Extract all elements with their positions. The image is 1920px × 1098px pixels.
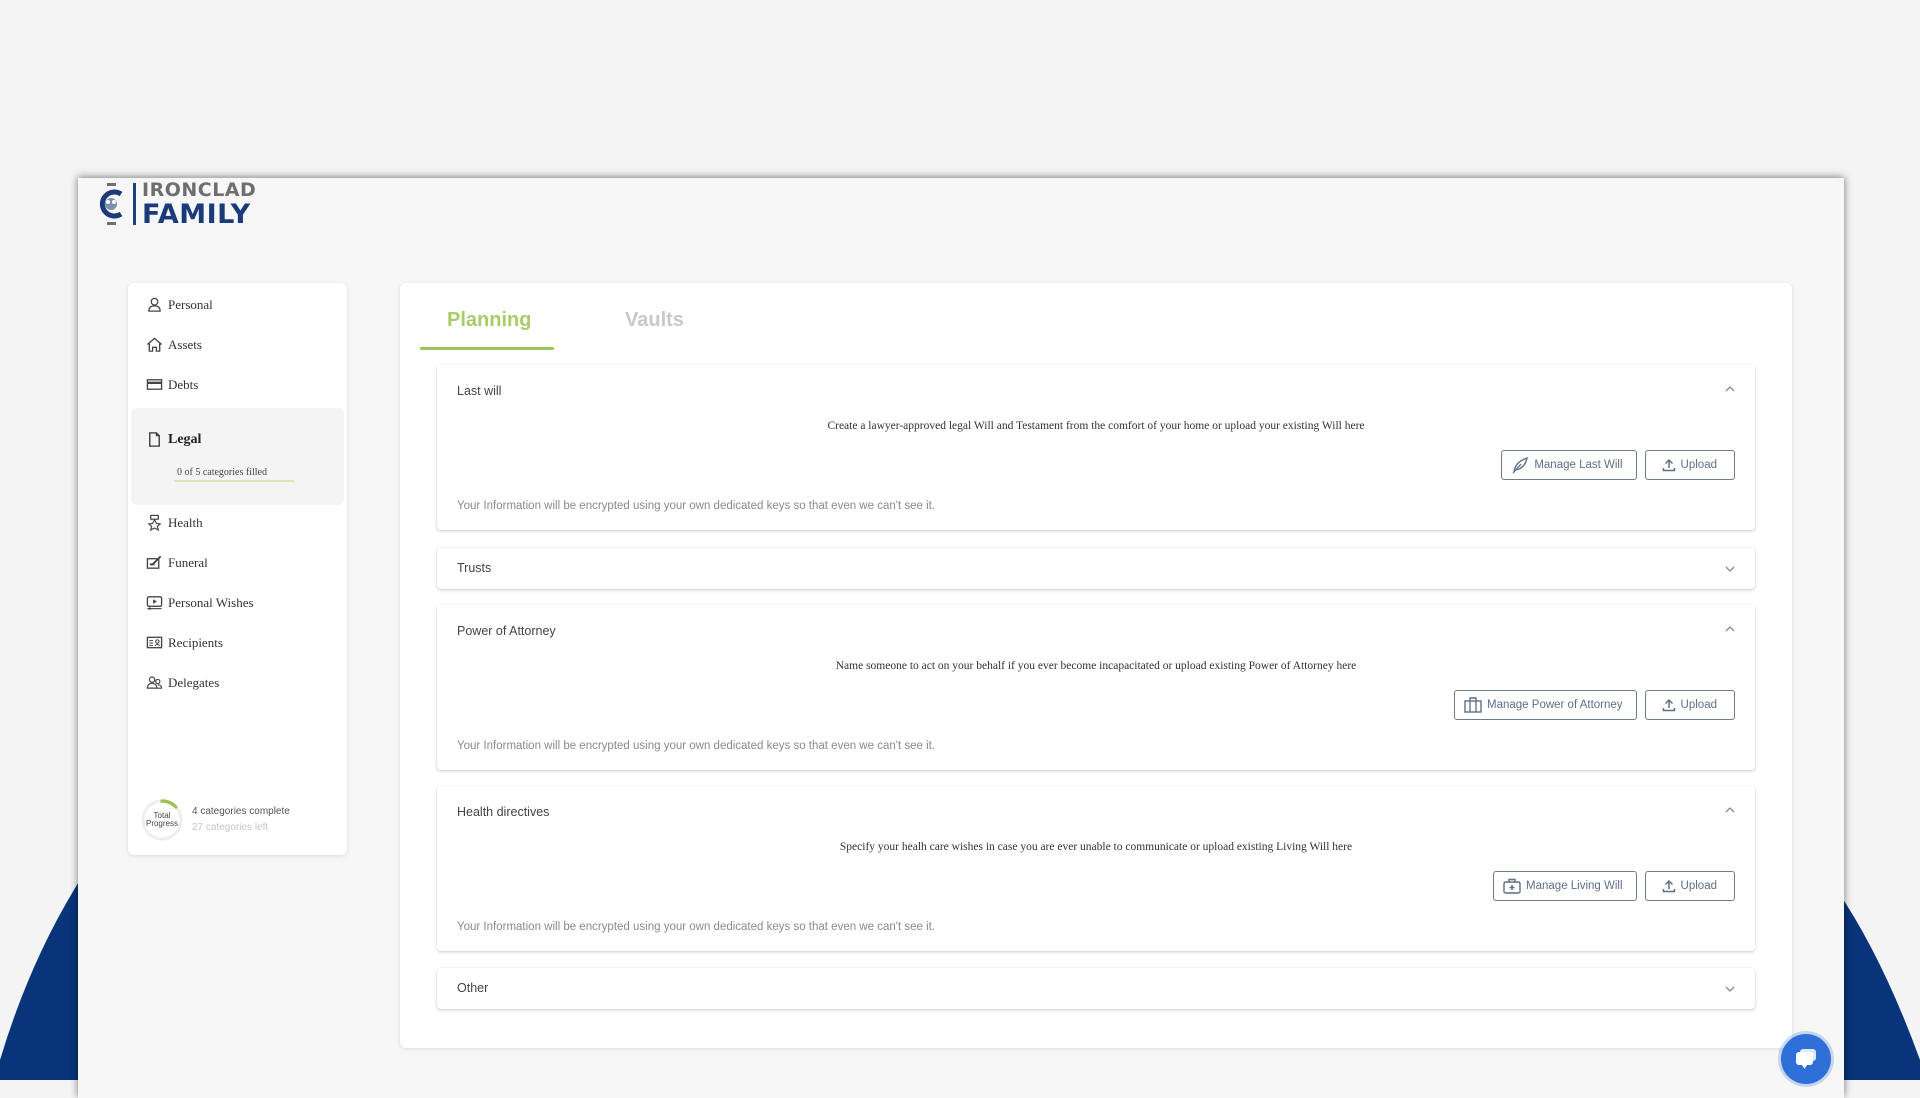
chevron-down-icon[interactable] [1723,982,1737,996]
section-last-will: Last will Create a lawyer-approved legal… [437,365,1755,530]
sidebar-item-label: Recipients [168,634,223,650]
section-title[interactable]: Power of Attorney [457,624,556,638]
upload-power-of-attorney-button[interactable]: Upload [1644,690,1735,720]
tab-vaults[interactable]: Vaults [625,309,684,332]
sidebar-item-personal[interactable]: Personal [146,296,213,313]
sidebar-item-label: Delegates [168,674,220,690]
app-window: IRONCLAD FAMILY Personal Assets Debts Le… [78,178,1844,1098]
section-trusts[interactable]: Trusts [437,548,1755,589]
sidebar-item-funeral[interactable]: Funeral [146,554,208,571]
total-progress: Total Progress 4 categories complete 27 … [140,798,290,842]
section-title[interactable]: Other [457,981,488,995]
active-tab-indicator [420,347,554,350]
manage-living-will-button[interactable]: Manage Living Will [1493,871,1637,901]
logo[interactable]: IRONCLAD FAMILY [95,180,256,228]
upload-last-will-button[interactable]: Upload [1644,450,1735,480]
chevron-up-icon[interactable] [1723,622,1737,636]
sidebar-item-delegates[interactable]: Delegates [146,674,219,691]
sidebar-item-legal[interactable]: Legal [146,431,201,448]
logo-text-top: IRONCLAD [142,178,257,201]
health-badge-icon [147,514,162,531]
sidebar-item-debts[interactable]: Debts [146,376,198,393]
logo-divider [133,183,136,225]
button-label: Upload [1680,699,1717,711]
feather-icon [1512,456,1529,474]
sidebar-active-highlight [131,408,344,505]
video-icon [146,596,163,610]
button-label: Upload [1680,880,1717,892]
manage-last-will-button[interactable]: Manage Last Will [1501,450,1637,480]
logo-text-bottom: FAMILY [142,198,251,230]
sidebar-item-assets[interactable]: Assets [146,336,202,353]
section-description: Create a lawyer-approved legal Will and … [827,420,1365,432]
section-title[interactable]: Health directives [457,805,549,819]
section-title[interactable]: Trusts [457,561,491,575]
logo-mark-icon [99,183,123,225]
medical-kit-icon [1503,878,1521,894]
encryption-note: Your Information will be encrypted using… [457,921,936,933]
edit-note-icon [146,555,162,569]
section-health-directives: Health directives Specify your healh car… [437,786,1755,951]
chevron-up-icon[interactable] [1723,382,1737,396]
encryption-note: Your Information will be encrypted using… [457,500,936,512]
document-icon [149,432,160,447]
briefcase-icon [1464,697,1482,713]
main-panel: Planning Vaults Last will Create a lawye… [400,283,1792,1048]
legal-categories-filled: 0 of 5 categories filled [177,467,267,478]
section-title[interactable]: Last will [457,384,501,398]
credit-card-icon [146,379,163,390]
sidebar-item-health[interactable]: Health [146,514,203,531]
section-other[interactable]: Other [437,968,1755,1009]
section-power-of-attorney: Power of Attorney Name someone to act on… [437,605,1755,770]
tab-planning[interactable]: Planning [447,309,531,332]
categories-left-text: 27 categories left [192,822,269,833]
encryption-note: Your Information will be encrypted using… [457,740,936,752]
legal-progress-bar [174,480,294,482]
sidebar-item-label: Personal [168,296,213,312]
upload-living-will-button[interactable]: Upload [1644,871,1735,901]
button-label: Upload [1680,459,1717,471]
button-label: Manage Last Will [1534,459,1623,471]
chat-button[interactable] [1781,1034,1831,1084]
sidebar-item-recipients[interactable]: Recipients [146,634,223,651]
upload-icon [1662,458,1675,472]
contact-card-icon [146,636,163,649]
manage-power-of-attorney-button[interactable]: Manage Power of Attorney [1454,690,1637,720]
chevron-up-icon[interactable] [1723,803,1737,817]
sidebar-item-label: Health [168,514,203,530]
sidebar: Personal Assets Debts Legal 0 of 5 categ… [128,283,347,855]
people-icon [146,676,163,689]
sidebar-item-label: Funeral [168,554,208,570]
chat-icon [1796,1049,1816,1069]
section-description: Name someone to act on your behalf if yo… [835,660,1357,672]
sidebar-item-label: Legal [168,431,202,447]
background-wave-left [0,880,80,1080]
sidebar-item-personal-wishes[interactable]: Personal Wishes [146,594,254,611]
sidebar-item-label: Debts [168,376,199,392]
sidebar-item-label: Personal Wishes [168,594,254,610]
button-label: Manage Living Will [1526,880,1623,892]
total-progress-ring: Total Progress [140,798,184,842]
chevron-down-icon[interactable] [1723,562,1737,576]
home-icon [146,337,163,352]
button-label: Manage Power of Attorney [1487,699,1623,711]
progress-ring-label-2: Progress [145,819,178,828]
sidebar-item-label: Assets [168,336,202,352]
person-icon [148,297,161,312]
upload-icon [1662,698,1675,712]
section-description: Specify your healh care wishes in case y… [839,841,1353,853]
categories-complete-text: 4 categories complete [192,806,290,817]
upload-icon [1662,879,1675,893]
